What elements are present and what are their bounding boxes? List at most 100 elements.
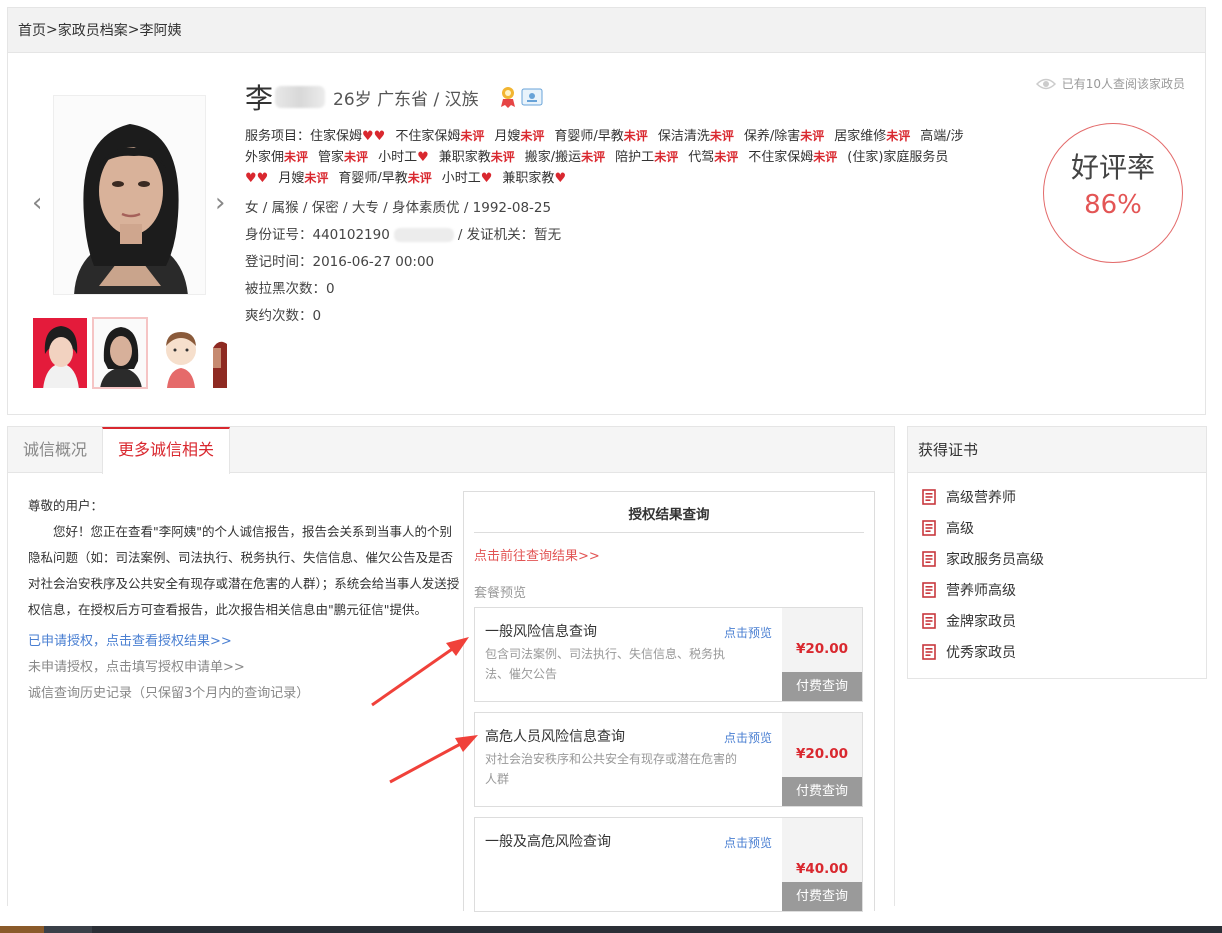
certificate-icon [922, 581, 936, 598]
certificate-icon [922, 612, 936, 629]
service-name: 小时工 [378, 150, 418, 165]
service-name: 代驾 [688, 150, 715, 165]
breadcrumb-current: 李阿姨 [139, 23, 182, 39]
certificate-icon [922, 519, 936, 536]
service-items: 服务项目：住家保姆♥♥ 不住家保姆未评 月嫂未评 育婴师/早教未评 保洁清洗未评 保养/除… [245, 126, 975, 189]
id-card-icon [521, 88, 543, 106]
package-preview-link[interactable]: 点击预览 [724, 729, 772, 746]
package-price: ¥20.00 [795, 641, 849, 657]
taskbar-segment [0, 926, 44, 933]
service-item: 居家维修未评 [834, 129, 910, 144]
basic-info: 女 / 属猴 / 保密 / 大专 / 身体素质优 / 1992-08-25 [245, 200, 552, 216]
profile-info: 李 26岁 广东省 / 汉族 服务项目：住家保姆♥♥ 不住家保姆未评 月嫂未评 育婴师… [245, 76, 985, 330]
package-preview-link[interactable]: 点击预览 [724, 834, 772, 851]
unrated-tag: 未评 [800, 129, 825, 143]
service-name: 不住家保姆 [748, 150, 814, 165]
certificate-name: 金牌家政员 [946, 613, 1016, 630]
certificate-name: 家政服务员高级 [946, 551, 1044, 568]
thumbnail-photo[interactable] [212, 317, 230, 389]
unrated-tag: 未评 [813, 150, 838, 164]
package-desc: 包含司法案例、司法执行、失信信息、税务执法、催欠公告 [485, 647, 726, 681]
query-history-link[interactable]: 诚信查询历史记录（只保留3个月内的查询记录） [28, 681, 462, 707]
breadcrumb: 首页 > 家政员档案 > 李阿姨 [8, 8, 1205, 53]
breadcrumb-home[interactable]: 首页 [18, 20, 46, 40]
goto-result-link[interactable]: 点击前往查询结果>> [474, 545, 874, 564]
service-name: 小时工 [441, 171, 481, 186]
service-item: 兼职家教未评 [439, 150, 515, 165]
breach-count: 爽约次数：0 [245, 308, 322, 324]
taskbar-strip [0, 926, 1222, 933]
rating-circle: 好评率 86% [1043, 123, 1183, 263]
pay-query-button[interactable]: 付费查询 [782, 672, 862, 701]
heart-rating-icon: ♥ [480, 171, 493, 186]
certificate-item: 金牌家政员 [922, 605, 1206, 636]
certificate-item: 高级营养师 [922, 481, 1206, 512]
package-name: 高危人员风险信息查询 [485, 729, 625, 745]
service-name: 搬家/搬运 [524, 150, 582, 165]
service-name: 月嫂 [494, 129, 521, 144]
rating-value: 86% [1084, 190, 1142, 220]
pay-query-button[interactable]: 付费查询 [782, 777, 862, 806]
certificate-item: 营养师高级 [922, 574, 1206, 605]
blacklist-count: 被拉黑次数：0 [245, 281, 335, 297]
service-item: 管家未评 [318, 150, 368, 165]
service-item: 住家保姆♥♥ [310, 129, 385, 144]
profile-card: 首页 > 家政员档案 > 李阿姨 ‹ › 李 26岁 广东省 / 汉族 服务项目… [7, 7, 1206, 415]
service-item: 不住家保姆未评 [748, 150, 837, 165]
package-name: 一般风险信息查询 [485, 624, 597, 640]
tab-more-credit[interactable]: 更多诚信相关 [102, 427, 231, 474]
credit-notice: 尊敬的用户： 您好！您正在查看"李阿姨"的个人诚信报告，报告会关系到当事人的个别… [28, 493, 462, 707]
certificate-name: 优秀家政员 [946, 644, 1016, 661]
unrated-tag: 未评 [304, 171, 329, 185]
service-name: 兼职家教 [502, 171, 555, 186]
certificates-heading: 获得证书 [908, 427, 1206, 473]
applied-auth-link[interactable]: 已申请授权，点击查看授权结果>> [28, 629, 462, 655]
profile-photo [53, 95, 206, 295]
certified-badge-icon [500, 87, 515, 108]
package-price: ¥40.00 [795, 861, 849, 877]
register-time: 登记时间：2016-06-27 00:00 [245, 254, 435, 270]
service-name: 管家 [318, 150, 345, 165]
profile-ethnicity: 汉族 [444, 89, 479, 110]
certificate-item: 家政服务员高级 [922, 543, 1206, 574]
profile-meta: 26岁 广东省 / 汉族 [333, 85, 479, 110]
rating-label: 好评率 [1070, 151, 1155, 184]
credit-tabs: 诚信概况 更多诚信相关 [8, 427, 894, 474]
photo-thumbnails [32, 317, 230, 391]
unrated-tag: 未评 [886, 129, 911, 143]
view-count-note: 已有10人查阅该家政员 [1035, 75, 1185, 92]
heart-rating-icon: ♥♥ [245, 171, 269, 186]
package-price-column: ¥20.00 付费查询 [782, 608, 862, 701]
package-price: ¥20.00 [795, 746, 849, 762]
credit-panel: 诚信概况 更多诚信相关 尊敬的用户： 您好！您正在查看"李阿姨"的个人诚信报告，… [7, 426, 895, 912]
taskbar-segment [44, 926, 92, 933]
unrated-tag: 未评 [490, 150, 515, 164]
service-item: 月嫂未评 [278, 171, 328, 186]
service-item: 不住家保姆未评 [395, 129, 484, 144]
service-item: 育婴师/早教未评 [338, 171, 431, 186]
auth-title: 授权结果查询 [474, 492, 864, 533]
notice-body: 您好！您正在查看"李阿姨"的个人诚信报告，报告会关系到当事人的个别隐私问题（如：… [28, 524, 460, 617]
thumbnail-photo[interactable] [152, 317, 208, 389]
certificate-name: 营养师高级 [946, 582, 1016, 599]
thumbnail-photo[interactable] [32, 317, 88, 389]
breadcrumb-archive[interactable]: 家政员档案 [58, 20, 128, 40]
certificate-icon [922, 643, 936, 660]
meta-separator: / [433, 89, 440, 110]
certificates-panel: 获得证书 高级营养师 高级 家政服务员高级 营养师高级 金牌家政员 优秀家政员 [907, 426, 1207, 679]
profile-province: 广东省 [377, 89, 429, 110]
tab-credit-overview[interactable]: 诚信概况 [8, 427, 102, 472]
unrated-tag: 未评 [407, 171, 432, 185]
photo-next-button[interactable]: › [215, 188, 225, 218]
service-item: 小时工♥ [378, 150, 429, 165]
service-item: 月嫂未评 [494, 129, 544, 144]
photo-prev-button[interactable]: ‹ [32, 188, 42, 218]
thumbnail-photo[interactable] [92, 317, 148, 389]
package-card: 高危人员风险信息查询 点击预览 对社会治安秩序和公共安全有现存或潜在危害的人群 … [474, 712, 863, 807]
pay-query-button[interactable]: 付费查询 [782, 882, 862, 911]
certificate-icon [922, 488, 936, 505]
apply-auth-link[interactable]: 未申请授权，点击填写授权申请单>> [28, 655, 462, 681]
view-count-text: 已有10人查阅该家政员 [1061, 77, 1185, 91]
unrated-tag: 未评 [623, 129, 648, 143]
package-preview-link[interactable]: 点击预览 [724, 624, 772, 641]
